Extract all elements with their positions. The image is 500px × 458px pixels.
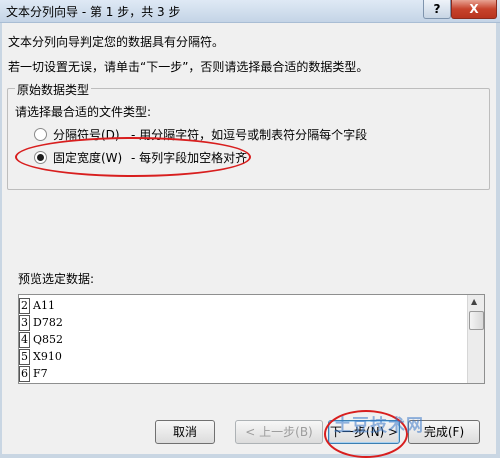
title-bar[interactable]: 文本分列向导 - 第 1 步，共 3 步 ? X: [0, 0, 500, 23]
preview-row: 5 X910: [19, 349, 62, 365]
row-text: D782: [33, 316, 63, 329]
data-preview-pane[interactable]: 2 A11 3 D782 4 Q852 5 X910 6 F7 ▲: [18, 294, 485, 384]
preview-scrollbar[interactable]: ▲: [467, 295, 484, 383]
file-type-prompt: 请选择最合适的文件类型:: [15, 105, 152, 119]
radio-button-delimited[interactable]: [34, 128, 47, 141]
row-text: A11: [33, 299, 55, 312]
dialog-body: 文本分列向导判定您的数据具有分隔符。 若一切设置无误，请单击“下一步”，否则请选…: [2, 23, 496, 458]
group-legend: 原始数据类型: [15, 81, 92, 98]
cancel-button[interactable]: 取消: [155, 420, 215, 444]
back-button[interactable]: < 上一步(B): [235, 420, 323, 444]
intro-text-2: 若一切设置无误，请单击“下一步”，否则请选择最合适的数据类型。: [8, 60, 369, 74]
preview-row: 2 A11: [19, 298, 55, 314]
row-text: F7: [33, 367, 48, 380]
close-button[interactable]: X: [451, 0, 497, 19]
row-text: Q852: [33, 333, 64, 346]
help-button[interactable]: ?: [423, 0, 451, 19]
preview-label: 预览选定数据:: [18, 272, 95, 286]
row-number: 4: [19, 332, 30, 348]
preview-row: 4 Q852: [19, 332, 63, 348]
intro-text-1: 文本分列向导判定您的数据具有分隔符。: [8, 35, 225, 49]
annotation-ellipse-fixed-width: [15, 137, 251, 177]
row-number: 6: [19, 366, 30, 382]
row-number: 2: [19, 298, 30, 314]
row-number: 5: [19, 349, 30, 365]
preview-row: 3 D782: [19, 315, 63, 331]
preview-row: 6 F7: [19, 366, 48, 382]
window-title: 文本分列向导 - 第 1 步，共 3 步: [6, 5, 181, 19]
row-text: X910: [33, 350, 62, 363]
scroll-thumb[interactable]: [469, 311, 484, 330]
watermark: 土豆技术网: [334, 416, 424, 436]
scroll-up-icon[interactable]: ▲: [471, 297, 477, 306]
row-number: 3: [19, 315, 30, 331]
